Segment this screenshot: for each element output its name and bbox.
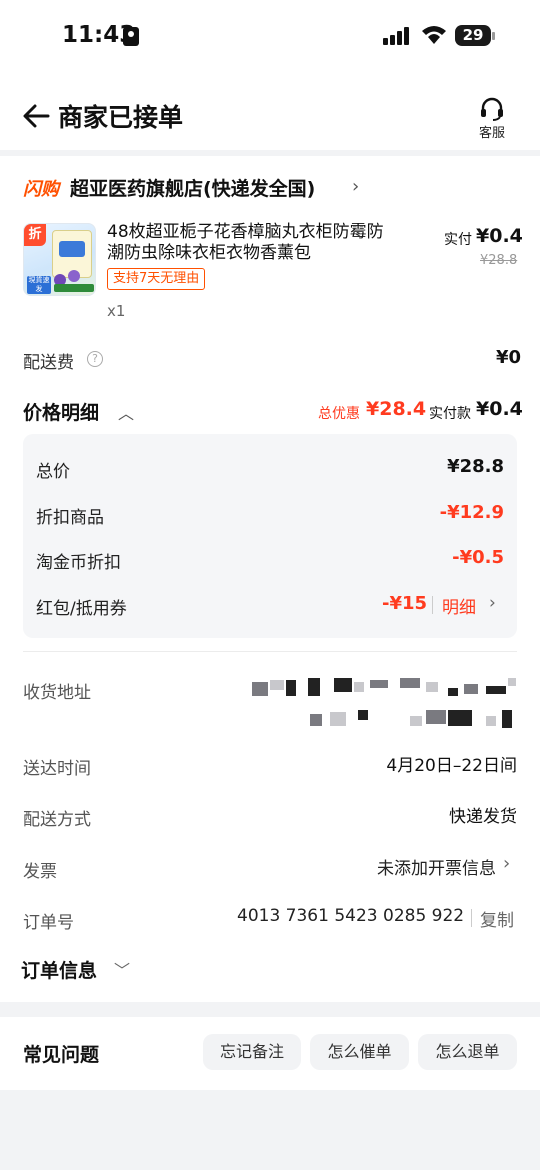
paid-label: 实付 bbox=[444, 232, 472, 248]
total-discount-value: ¥28.4 bbox=[366, 398, 427, 420]
address-label: 收货地址 bbox=[23, 683, 91, 703]
divider bbox=[23, 651, 517, 652]
coupon-value: -¥15 bbox=[382, 593, 428, 614]
separator bbox=[432, 596, 433, 614]
total-price-value: ¥28.8 bbox=[447, 456, 504, 477]
id-card-icon bbox=[123, 27, 139, 46]
total-discount-label: 总优惠 bbox=[318, 406, 360, 422]
shipping-fee-value: ¥0 bbox=[496, 347, 522, 368]
taojinbi-discount-label: 淘金币折扣 bbox=[36, 553, 121, 573]
headset-icon bbox=[478, 96, 506, 122]
discount-goods-label: 折扣商品 bbox=[36, 508, 104, 528]
coupon-label: 红包/抵用券 bbox=[36, 599, 127, 619]
shipping-method-value: 快递发货 bbox=[449, 807, 517, 827]
discount-badge: 折 bbox=[24, 224, 46, 246]
chevron-right-icon[interactable]: › bbox=[503, 853, 510, 874]
order-number-value: 4013 7361 5423 0285 922 bbox=[237, 906, 465, 926]
delivery-time-value: 4月20日–22日间 bbox=[386, 756, 517, 776]
shipping-method-label: 配送方式 bbox=[23, 810, 91, 830]
chevron-down-icon[interactable]: ﹀ bbox=[114, 957, 130, 981]
product-quantity: x1 bbox=[107, 302, 126, 320]
thumb-strip bbox=[54, 284, 94, 292]
battery-tip bbox=[492, 32, 495, 40]
question-icon[interactable]: ? bbox=[87, 351, 103, 367]
separator bbox=[471, 909, 472, 927]
flash-buy-tag: 闪购 bbox=[23, 179, 59, 200]
battery-level: 29 bbox=[455, 25, 491, 46]
order-number-label: 订单号 bbox=[23, 913, 74, 933]
invoice-value[interactable]: 未添加开票信息 bbox=[377, 854, 496, 879]
return-policy-tag: 支持7天无理由 bbox=[107, 268, 206, 290]
customer-service-label: 客服 bbox=[478, 126, 505, 141]
page-title: 商家已接单 bbox=[58, 103, 184, 132]
paid-price: ¥0.4 bbox=[476, 225, 523, 247]
original-price: ¥28.8 bbox=[480, 253, 518, 268]
faq-chip-forgot-note[interactable]: 忘记备注 bbox=[203, 1034, 301, 1070]
copy-button[interactable]: 复制 bbox=[480, 906, 514, 931]
coupon-detail-link[interactable]: 明细 bbox=[442, 593, 476, 618]
back-arrow-icon[interactable] bbox=[22, 102, 50, 130]
customer-service-button[interactable]: 客服 bbox=[466, 90, 518, 144]
chevron-right-icon[interactable]: › bbox=[489, 593, 496, 613]
product-thumbnail[interactable]: 折 現貨速发 bbox=[23, 223, 96, 296]
invoice-label: 发票 bbox=[23, 862, 57, 882]
faq-title: 常见问题 bbox=[23, 1044, 100, 1066]
mothball-image bbox=[68, 270, 80, 282]
discount-goods-value: -¥12.9 bbox=[439, 502, 504, 523]
delivery-time-label: 送达时间 bbox=[23, 759, 91, 779]
total-price-label: 总价 bbox=[36, 462, 70, 482]
shop-name[interactable]: 超亚医药旗舰店(快递发全国) bbox=[70, 174, 315, 201]
order-info-title[interactable]: 订单信息 bbox=[21, 956, 97, 983]
actual-payment-value: ¥0.4 bbox=[476, 398, 523, 420]
product-title[interactable]: 48枚超亚栀子花香樟脑丸衣柜防霉防潮防虫除味衣柜衣物香薰包 bbox=[107, 222, 387, 264]
faq-chip-urge-order[interactable]: 怎么催单 bbox=[310, 1034, 409, 1070]
taojinbi-discount-value: -¥0.5 bbox=[452, 547, 504, 568]
wifi-icon bbox=[421, 24, 447, 46]
actual-payment-label: 实付款 bbox=[429, 406, 471, 422]
chevron-right-icon[interactable]: › bbox=[352, 176, 359, 197]
thumb-corner-label: 現貨速发 bbox=[27, 276, 51, 294]
redacted-address bbox=[250, 676, 518, 730]
shipping-fee-label: 配送费 bbox=[23, 353, 74, 373]
faq-chip-cancel-order[interactable]: 怎么退单 bbox=[418, 1034, 517, 1070]
chevron-up-icon[interactable]: ︿ bbox=[118, 400, 134, 424]
cellular-signal-icon bbox=[383, 27, 411, 45]
price-detail-title[interactable]: 价格明细 bbox=[23, 398, 99, 425]
